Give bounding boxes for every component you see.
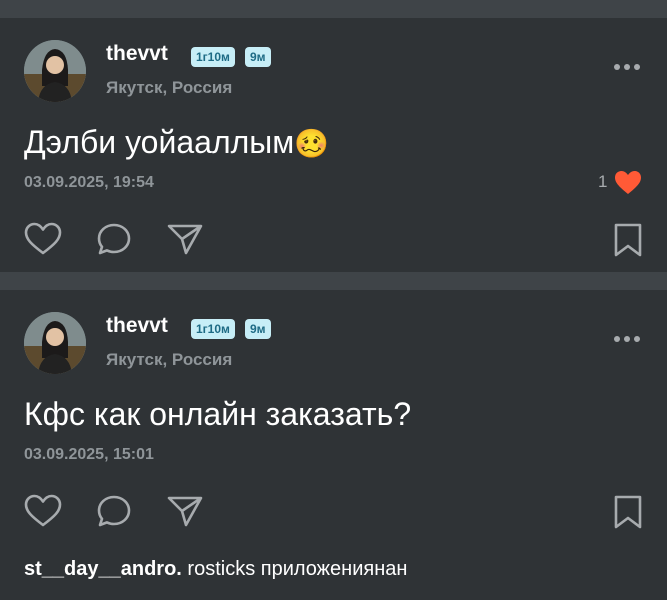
months-badge: 9м: [245, 47, 271, 67]
post-date: 03.09.2025, 19:54: [24, 174, 154, 191]
woozy-emoji-icon: 🥴: [294, 128, 330, 159]
bookmark-icon[interactable]: [612, 494, 644, 535]
username[interactable]: thevvt: [106, 314, 168, 338]
top-separator: [0, 0, 667, 18]
heart-icon[interactable]: [24, 222, 62, 261]
avatar[interactable]: [24, 40, 86, 102]
post-separator: [0, 272, 667, 290]
post-date: 03.09.2025, 15:01: [24, 446, 154, 463]
post-text: Дэлби уойааллым🥴: [24, 124, 329, 161]
share-icon[interactable]: [166, 494, 204, 533]
liked-heart-icon[interactable]: [614, 170, 642, 201]
comment-icon[interactable]: [96, 494, 132, 533]
location: Якутск, Россия: [106, 350, 233, 369]
post-card: thevvt 1г10м 9м Якутск, Россия Дэлби уой…: [0, 18, 667, 272]
age-badge: 1г10м: [191, 47, 235, 67]
share-icon[interactable]: [166, 222, 204, 261]
location: Якутск, Россия: [106, 78, 233, 97]
comment-preview[interactable]: st__day__andro. rosticks приложениянан: [24, 558, 407, 581]
comment-icon[interactable]: [96, 222, 132, 261]
bookmark-icon[interactable]: [612, 222, 644, 263]
more-icon[interactable]: [614, 336, 642, 344]
more-icon[interactable]: [614, 64, 642, 72]
username[interactable]: thevvt: [106, 42, 168, 66]
comment-text: rosticks приложениянан: [187, 558, 408, 580]
comment-author[interactable]: st__day__andro.: [24, 558, 182, 580]
heart-icon[interactable]: [24, 494, 62, 533]
post-text: Кфс как онлайн заказать?: [24, 396, 412, 432]
months-badge: 9м: [245, 319, 271, 339]
like-count: 1: [598, 172, 608, 191]
avatar[interactable]: [24, 312, 86, 374]
post-text-body: Дэлби уойааллым: [24, 124, 295, 160]
post-card: thevvt 1г10м 9м Якутск, Россия Кфс как о…: [0, 290, 667, 540]
age-badge: 1г10м: [191, 319, 235, 339]
